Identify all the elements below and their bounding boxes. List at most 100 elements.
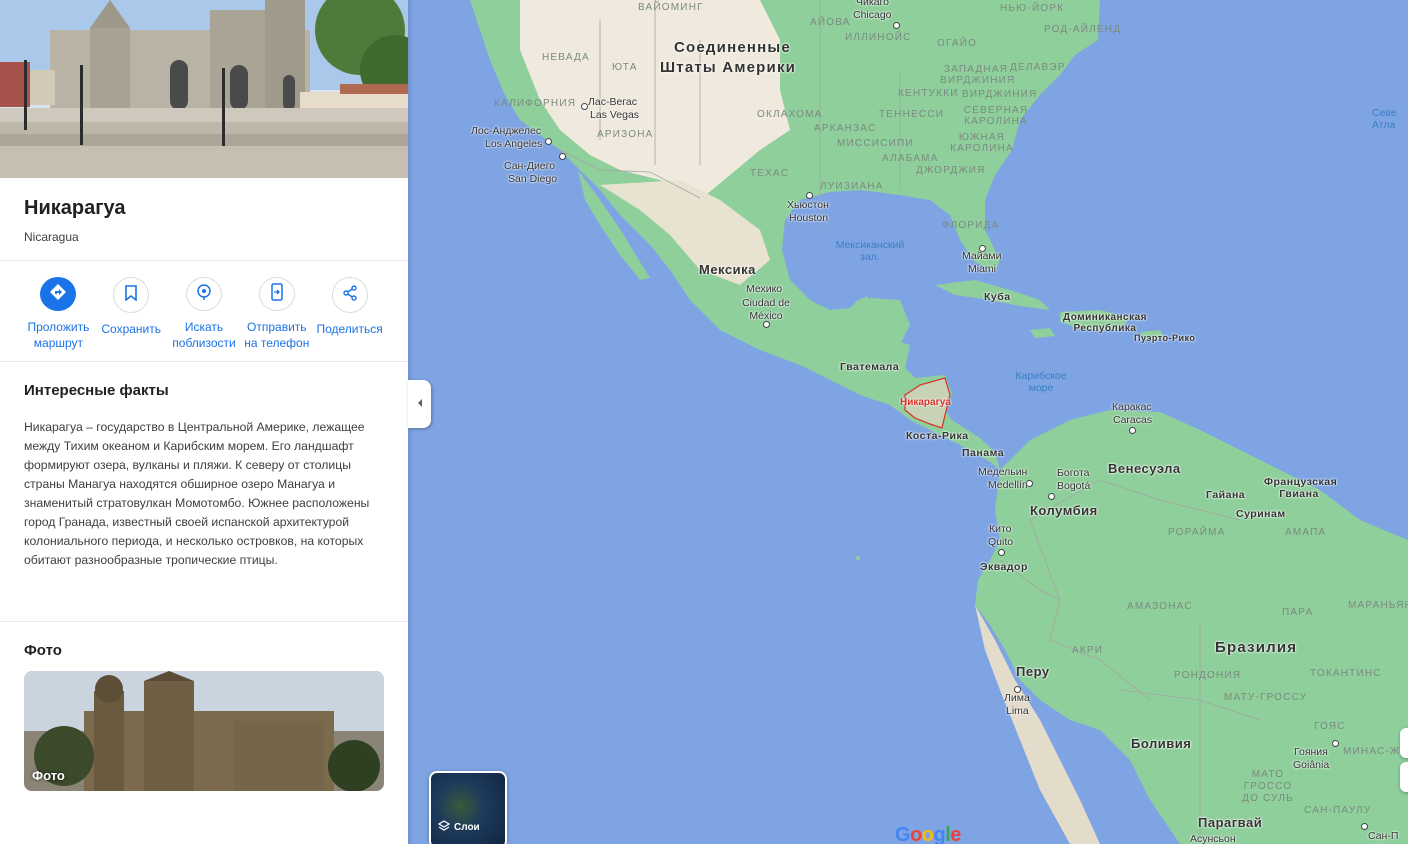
nearby-label: Искать поблизости <box>172 320 236 350</box>
city-dot-sao-paulo[interactable] <box>1361 823 1368 830</box>
label-colombia: Колумбия <box>1030 503 1098 518</box>
label-alabama: АЛАБАМА <box>882 153 939 164</box>
label-texas: ТЕХАС <box>750 168 790 179</box>
label-maranhao: МАРАНЬЯН <box>1348 600 1408 611</box>
city-dot-los-angeles[interactable] <box>545 138 552 145</box>
city-los-angeles: Los Angeles <box>485 138 543 150</box>
label-usa-2: Штаты Америки <box>660 59 797 76</box>
city-miami-ru: Майами <box>962 250 1002 262</box>
label-oklahoma: ОКЛАХОМА <box>757 109 823 120</box>
label-minas: МИНАС-Ж <box>1343 746 1401 757</box>
city-dot-las-vegas[interactable] <box>581 103 588 110</box>
city-san-diego: San Diego <box>508 173 558 185</box>
facts-heading: Интересные факты <box>24 382 169 399</box>
nearby-button[interactable]: Искать поблизости <box>168 277 241 351</box>
city-chicago: Chicago <box>853 9 892 21</box>
place-header: Никарагуа Nicaragua <box>0 178 408 261</box>
label-guyana: Гайана <box>1206 489 1246 501</box>
city-dot-quito[interactable] <box>998 549 1005 556</box>
photo-card[interactable]: Фото <box>24 671 384 791</box>
share-button[interactable]: Поделиться <box>313 277 386 351</box>
nearby-circle[interactable] <box>185 277 222 311</box>
directions-button[interactable]: Проложить маршрут <box>22 277 95 351</box>
share-icon <box>342 284 358 306</box>
city-bogota-ru: Богота <box>1057 467 1090 479</box>
photos-section: Фото Фото <box>0 622 408 811</box>
city-los-angeles-ru: Лос-Анджелес <box>471 125 542 137</box>
label-gulf-of-mexico: Мексиканский зал. <box>835 239 905 263</box>
save-button[interactable]: Сохранить <box>95 277 168 351</box>
city-mexico-city-ru: Мехико <box>746 283 783 295</box>
label-cuba: Куба <box>984 291 1011 303</box>
label-costa-rica: Коста-Рика <box>906 430 969 442</box>
action-bar: Проложить маршрут Сохранить Искать побли… <box>0 261 408 362</box>
label-ohio: ОГАЙО <box>937 38 978 49</box>
label-amazonas: АМАЗОНАС <box>1127 601 1193 612</box>
label-puerto-rico: Пуэрто-Рико <box>1134 333 1196 343</box>
label-acre: АКРИ <box>1072 645 1104 656</box>
label-tennessee: ТЕННЕССИ <box>879 109 945 120</box>
photo-card-label: Фото <box>32 768 65 783</box>
directions-icon <box>49 283 67 306</box>
city-dot-bogota[interactable] <box>1048 493 1055 500</box>
label-mexico: Мексика <box>699 262 756 277</box>
directions-label: Проложить маршрут <box>27 320 90 350</box>
label-new-york: НЬЮ-ЙОРК <box>1000 3 1065 14</box>
city-dot-houston[interactable] <box>806 192 813 199</box>
city-caracas-ru: Каракас <box>1112 401 1152 413</box>
city-dot-san-diego[interactable] <box>559 153 566 160</box>
send-to-phone-circle[interactable] <box>258 277 295 311</box>
label-mississippi: МИССИСИПИ <box>837 138 914 149</box>
city-las-vegas: Las Vegas <box>590 109 640 121</box>
zoom-out-button[interactable] <box>1400 762 1408 792</box>
collapse-panel-button[interactable] <box>408 380 431 428</box>
chevron-left-icon <box>416 395 424 413</box>
label-virginia: ВИРДЖИНИЯ <box>962 89 1038 100</box>
label-para: ПАРА <box>1282 607 1314 618</box>
label-arkansas: АРКАНЗАС <box>814 123 877 134</box>
label-panama: Панама <box>962 447 1005 459</box>
place-panel: Никарагуа Nicaragua Проложить маршрут Со… <box>0 0 408 844</box>
label-caribbean-sea: Карибское море <box>1015 370 1067 394</box>
send-to-phone-icon <box>270 282 284 306</box>
label-tocantins: ТОКАНТИНС <box>1310 668 1382 679</box>
city-caracas: Caracas <box>1113 414 1153 426</box>
city-asuncion: Асунсьон <box>1190 833 1236 844</box>
save-label: Сохранить <box>101 322 162 336</box>
label-dominican: Доминиканская Республика <box>1062 312 1148 334</box>
hero-photo[interactable] <box>0 0 408 178</box>
city-mexico-city: Ciudad de México <box>742 297 790 322</box>
label-north-carolina: СЕВЕРНАЯ КАРОЛИНА <box>963 105 1029 127</box>
hero-photo-illustration <box>0 0 408 178</box>
label-bolivia: Боливия <box>1131 736 1192 751</box>
city-quito: Quito <box>988 536 1014 548</box>
city-dot-goiania[interactable] <box>1332 740 1339 747</box>
share-circle[interactable] <box>331 277 368 313</box>
label-arizona: АРИЗОНА <box>597 129 654 140</box>
bookmark-icon <box>124 284 138 306</box>
city-goiania: Goiânia <box>1293 759 1330 771</box>
label-california: КАЛИФОРНИЯ <box>494 98 577 109</box>
city-chicago-ru: Чикаго <box>856 0 889 8</box>
label-georgia: ДЖОРДЖИЯ <box>916 165 986 176</box>
directions-circle[interactable] <box>40 277 77 311</box>
facts-text: Никарагуа – государство в Центральной Ам… <box>24 420 370 567</box>
label-ecuador: Эквадор <box>980 561 1028 573</box>
send-to-phone-button[interactable]: Отправить на телефон <box>240 277 313 351</box>
city-goiania-ru: Гояния <box>1294 746 1328 758</box>
label-suriname: Суринам <box>1236 508 1286 520</box>
label-iowa: АЙОВА <box>810 17 851 28</box>
city-dot-caracas[interactable] <box>1129 427 1136 434</box>
label-paraguay: Парагвай <box>1198 815 1263 830</box>
label-nicaragua[interactable]: Никарагуа <box>900 397 951 408</box>
zoom-in-button[interactable] <box>1400 728 1408 758</box>
city-dot-chicago[interactable] <box>893 22 900 29</box>
label-north-atlantic: Севе Атла <box>1372 108 1397 131</box>
city-medellin-ru: Медельин <box>978 466 1028 478</box>
layers-label: Слои <box>454 822 480 833</box>
label-sao-paulo: САН-ПАУЛУ <box>1304 805 1372 816</box>
label-delaware: ДЕЛАВЭР <box>1010 62 1066 73</box>
label-mato-grosso-do-sul: МАТО ГРОССО ДО СУЛЬ <box>1242 769 1294 804</box>
layers-button[interactable]: Слои <box>429 771 507 844</box>
save-circle[interactable] <box>113 277 150 313</box>
